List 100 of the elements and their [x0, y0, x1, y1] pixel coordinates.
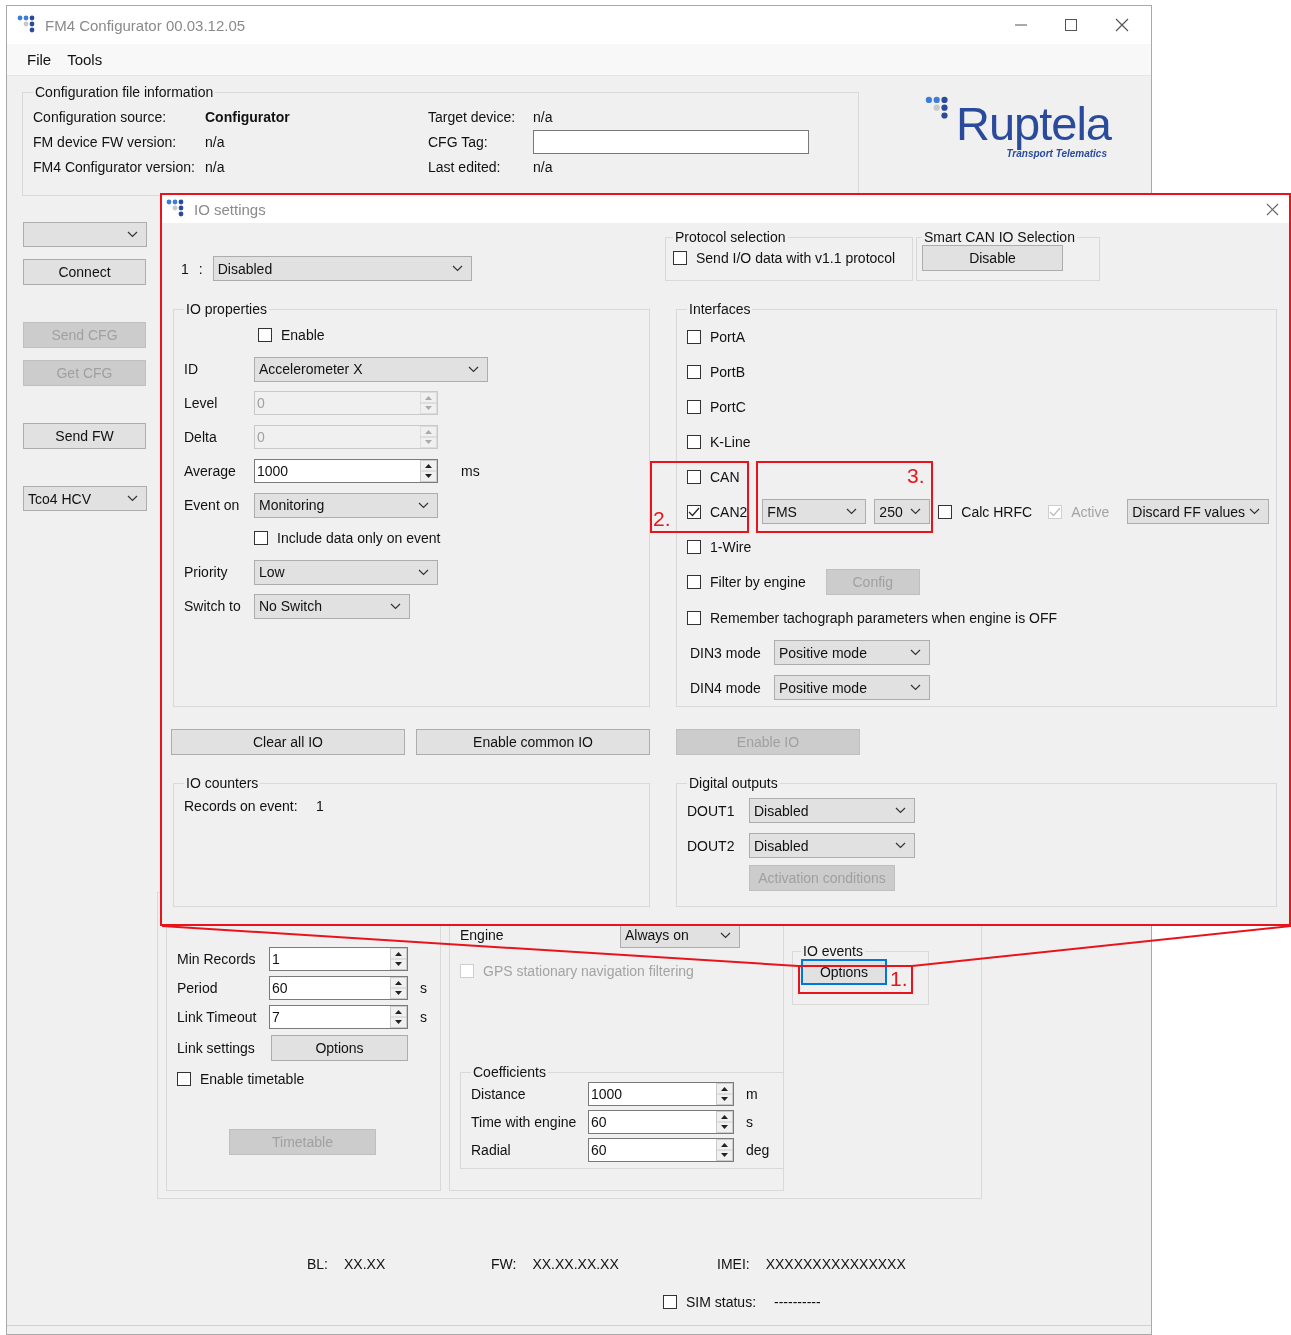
checkbox-label: Active [1071, 503, 1110, 520]
field-label: Priority [184, 564, 229, 580]
spin-field[interactable]: 1 [269, 946, 408, 971]
checkbox[interactable] [673, 251, 687, 265]
checkbox-label: PortA [710, 328, 745, 345]
dropdown[interactable]: Discard FF values [1127, 499, 1270, 524]
button[interactable]: Send FW [23, 423, 146, 449]
button[interactable]: Options [801, 959, 887, 985]
spinner-arrows-icon[interactable] [716, 1111, 733, 1133]
checkbox-label: Filter by engine [710, 574, 806, 590]
maximize-icon[interactable] [1065, 19, 1077, 31]
status-value: ---------- [774, 1294, 821, 1310]
dropdown[interactable]: Positive mode [774, 640, 930, 665]
spinner-arrows-icon[interactable] [390, 1005, 407, 1028]
checkbox-label: Calc HRFC [961, 503, 1033, 520]
spin-field[interactable]: 1000 [588, 1082, 734, 1106]
button[interactable]: Enable common IO [416, 729, 650, 755]
checkbox[interactable] [687, 469, 701, 484]
spinner-arrows-icon[interactable] [716, 1139, 733, 1161]
checkbox-label: 1-Wire [710, 538, 752, 555]
button[interactable]: Connect [23, 259, 146, 285]
dropdown[interactable]: Disabled [749, 798, 915, 823]
checkbox[interactable] [687, 329, 701, 344]
field-label: DOUT1 [687, 802, 736, 819]
field-value: Configurator [205, 108, 290, 125]
spin-field[interactable]: 60 [269, 975, 408, 1000]
checkbox[interactable] [687, 364, 701, 379]
group-title: IO properties [185, 301, 268, 317]
group-title: IO events [802, 943, 864, 959]
checkbox-label: Send I/O data with v1.1 protocol [696, 250, 896, 266]
field-label: DOUT2 [687, 837, 736, 854]
checkbox[interactable] [687, 399, 701, 414]
field-label: Link settings [177, 1040, 256, 1056]
checkbox-label: PortB [710, 363, 745, 380]
spin-field[interactable]: 60 [588, 1138, 734, 1162]
button[interactable]: Clear all IO [171, 729, 405, 755]
chevron-icon [910, 684, 921, 691]
dropdown[interactable]: Monitoring [254, 492, 438, 518]
checkbox[interactable] [938, 504, 953, 519]
field-label: Radial [471, 1142, 512, 1158]
checkbox[interactable] [258, 327, 272, 342]
field-label: FM4 Configurator version: [33, 158, 196, 175]
checkbox[interactable] [687, 539, 701, 554]
checkbox[interactable] [687, 575, 701, 589]
dropdown[interactable]: Disabled [212, 256, 472, 281]
dropdown[interactable]: No Switch [254, 593, 410, 619]
spinner-arrows-icon[interactable] [716, 1083, 733, 1105]
chevron-icon [895, 807, 906, 814]
menu-item[interactable]: File [19, 49, 60, 70]
chevron-icon [418, 568, 429, 576]
callout-number: 3. [907, 465, 925, 487]
spinner-arrows-icon[interactable] [390, 947, 407, 970]
status-label: FW: [491, 1256, 517, 1272]
dropdown[interactable]: FMS [762, 499, 867, 524]
dialog-title: IO settings [194, 200, 267, 218]
field-label: ID [184, 361, 199, 377]
spin-field[interactable]: 1000 [254, 459, 438, 483]
group-title: Configuration file information [34, 84, 215, 100]
field-label: Average [184, 463, 237, 479]
checkbox[interactable] [663, 1295, 677, 1309]
close-icon[interactable] [1115, 18, 1129, 32]
field-label: Period [177, 979, 219, 996]
callout-number: 2. [653, 508, 671, 530]
dropdown[interactable]: Positive mode [774, 675, 930, 700]
field-label: Min Records [177, 950, 257, 967]
field-label: CFG Tag: [428, 133, 489, 150]
callout-number: 1. [890, 968, 908, 990]
checkbox[interactable] [254, 530, 268, 545]
status-value: XX.XX [344, 1256, 386, 1272]
field-value: n/a [533, 108, 553, 125]
button[interactable]: Options [271, 1035, 408, 1061]
button[interactable]: Disable [922, 245, 1063, 271]
field-label: Configuration source: [33, 108, 168, 125]
status-value: XXXXXXXXXXXXXXX [765, 1256, 906, 1272]
checkbox[interactable] [687, 504, 701, 519]
dropdown[interactable]: Accelerometer X [254, 356, 488, 382]
io-number: 1 [181, 260, 189, 277]
field-value: 1 [316, 798, 324, 814]
field-label: FM device FW version: [33, 133, 178, 150]
chevron-icon [127, 231, 138, 238]
menu-item[interactable]: Tools [59, 49, 111, 70]
checkbox[interactable] [177, 1072, 191, 1086]
checkbox[interactable] [687, 434, 701, 449]
field-label: Time with engine [471, 1114, 578, 1130]
spin-field[interactable]: 60 [588, 1110, 734, 1134]
chevron-icon [910, 508, 922, 515]
spin-field[interactable]: 7 [269, 1004, 408, 1029]
chevron-icon [1249, 508, 1261, 515]
input-field[interactable] [533, 129, 809, 154]
spinner-arrows-icon[interactable] [420, 460, 437, 482]
unit-label: s [420, 1008, 427, 1025]
dropdown[interactable]: Tco4 HCV [23, 486, 147, 511]
close-icon[interactable] [1266, 202, 1279, 216]
dropdown[interactable]: 250 [874, 499, 931, 524]
checkbox[interactable] [687, 610, 701, 625]
dropdown[interactable]: Low [254, 559, 438, 585]
dropdown[interactable]: Disabled [749, 833, 915, 858]
spinner-arrows-icon[interactable] [390, 976, 407, 999]
field-label: Records on event: [184, 798, 299, 814]
unit-label: m [746, 1086, 758, 1102]
